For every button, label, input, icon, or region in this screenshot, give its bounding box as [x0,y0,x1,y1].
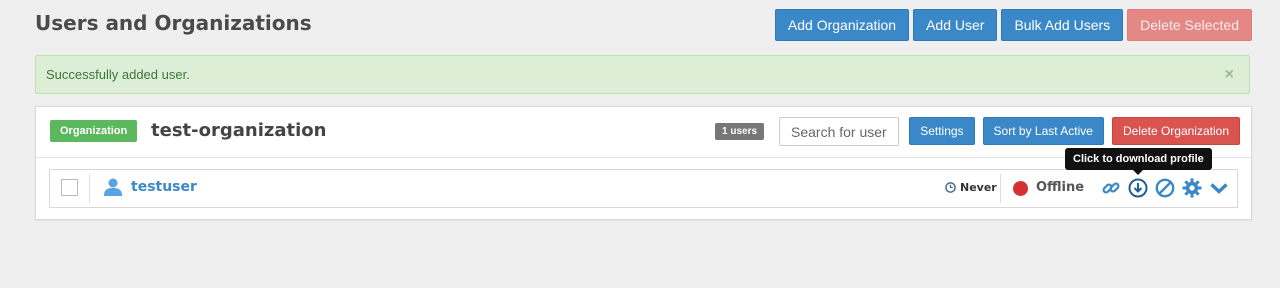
sort-by-last-active-button[interactable]: Sort by Last Active [982,117,1104,145]
organization-actions: Settings Sort by Last Active Delete Orga… [909,117,1240,145]
page-title: Users and Organizations [35,11,312,35]
status-text: Offline [1036,180,1085,195]
last-active: Never [945,181,997,194]
download-icon[interactable] [1127,177,1148,198]
last-active-value: Never [960,181,997,194]
link-icon[interactable] [1100,177,1121,198]
close-icon[interactable]: × [1225,66,1234,84]
clock-icon [945,182,956,193]
tooltip-arrow [1133,170,1143,175]
header-toolbar: Add Organization Add User Bulk Add Users… [774,9,1252,41]
gear-icon[interactable] [1181,177,1202,198]
add-user-button[interactable]: Add User [913,9,998,41]
bulk-add-users-button[interactable]: Bulk Add Users [1001,9,1124,41]
disable-icon[interactable] [1154,177,1175,198]
user-count-badge: 1 users [715,123,765,140]
user-select-checkbox[interactable] [61,179,78,196]
organization-name: test-organization [151,120,327,141]
chevron-down-icon[interactable] [1208,177,1229,198]
user-name-link[interactable]: testuser [131,179,197,195]
divider [89,174,90,203]
delete-organization-button[interactable]: Delete Organization [1111,117,1240,145]
delete-selected-button[interactable]: Delete Selected [1127,9,1252,41]
user-row: testuser Never Offline [49,169,1238,208]
download-tooltip: Click to download profile [1065,148,1212,170]
settings-button[interactable]: Settings [909,117,975,145]
divider [1000,174,1001,203]
organization-label: Organization [50,120,138,142]
alert-message: Successfully added user. [46,67,190,82]
search-user-input[interactable] [779,117,899,146]
success-alert: Successfully added user. × [35,55,1250,94]
status-indicator [1013,181,1028,196]
add-organization-button[interactable]: Add Organization [774,9,910,41]
user-actions [1100,177,1229,198]
user-icon [103,178,123,201]
